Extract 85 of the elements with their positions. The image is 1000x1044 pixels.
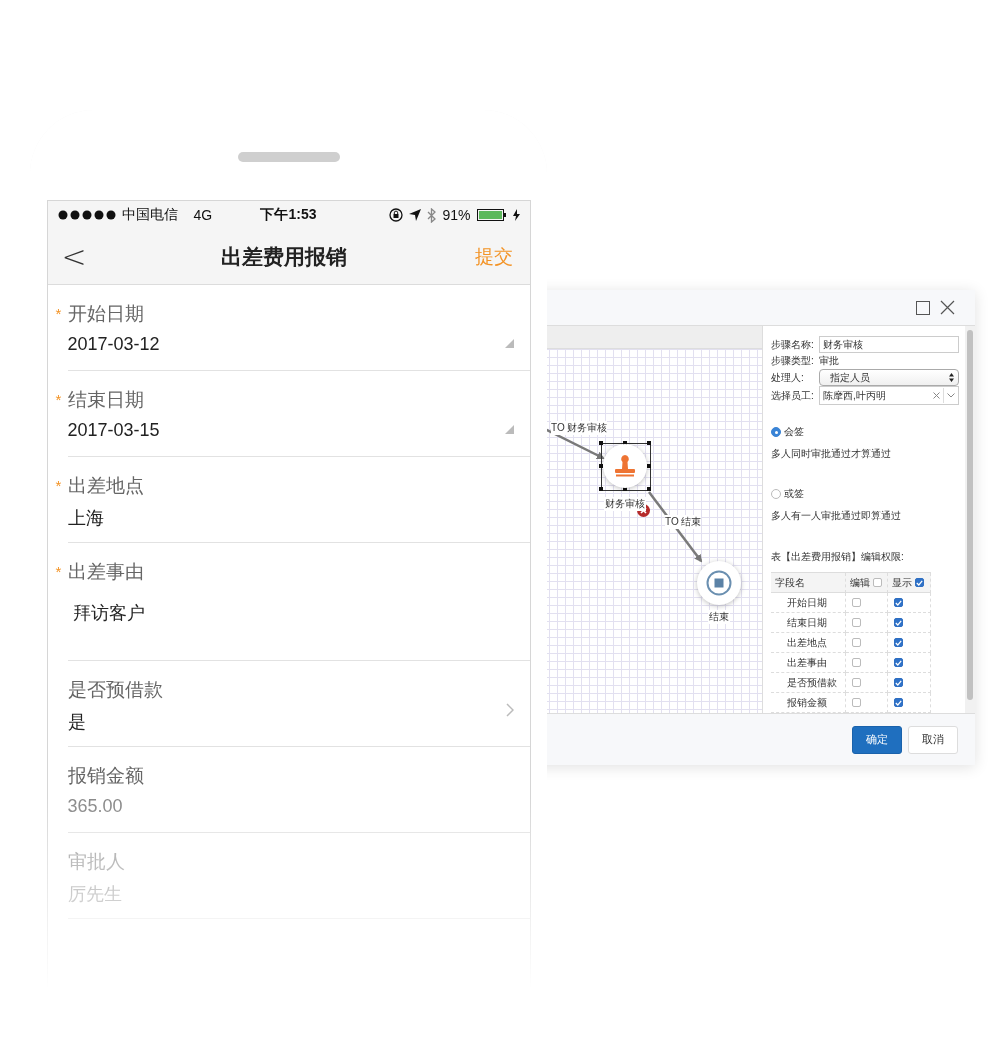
checkbox[interactable] — [852, 678, 861, 687]
field-value[interactable]: 2017-03-15 — [67, 420, 530, 441]
charging-bolt-icon — [512, 209, 520, 221]
radio-description: 多人有一人审批通过即算通过 — [771, 509, 902, 523]
checkbox[interactable] — [873, 578, 882, 587]
field-value: 365.00 — [67, 796, 124, 817]
dropdown-corner-icon — [504, 425, 514, 434]
required-asterisk: * — [55, 391, 62, 408]
checkbox[interactable] — [852, 658, 861, 667]
table-cell: 开始日期 — [771, 593, 846, 613]
field-value[interactable]: 上海 — [67, 506, 530, 530]
bluetooth-icon — [427, 207, 437, 223]
stamp-icon — [614, 454, 636, 478]
checkbox[interactable] — [894, 658, 903, 667]
checkbox[interactable] — [852, 618, 861, 627]
network-type: 4G — [193, 207, 213, 223]
checkbox[interactable] — [894, 618, 903, 627]
checkbox[interactable] — [852, 598, 861, 607]
connector-label: TO 财务审核 — [551, 421, 608, 435]
column-label: 显示 — [892, 575, 912, 590]
carrier-name: 中国电信 — [121, 206, 178, 224]
radio-label: 会签 — [784, 425, 804, 439]
column-label: 字段名 — [775, 575, 805, 590]
back-button[interactable]: < — [55, 241, 93, 272]
prop-label: 步骤类型: — [771, 354, 815, 368]
chevron-down-icon[interactable] — [943, 388, 958, 403]
checkbox[interactable] — [915, 578, 924, 587]
scrollbar[interactable] — [965, 326, 975, 713]
rotation-lock-icon — [389, 208, 404, 222]
connector-label: TO 结束 — [665, 515, 702, 529]
checkbox[interactable] — [894, 698, 903, 707]
prop-value: 审批 — [819, 354, 839, 368]
flow-node[interactable] — [697, 561, 741, 605]
field-label: 出差地点 — [67, 474, 145, 498]
node-label: 财务审核 — [604, 497, 646, 511]
required-asterisk: * — [55, 563, 62, 580]
table-cell: 出差事由 — [771, 653, 846, 673]
field-label: 审批人 — [67, 850, 126, 874]
stop-icon — [706, 570, 732, 596]
checkbox[interactable] — [852, 638, 861, 647]
checkbox[interactable] — [852, 698, 861, 707]
signal-dots-icon — [57, 210, 116, 220]
battery-percent: 91% — [442, 207, 471, 223]
checkbox[interactable] — [894, 678, 903, 687]
staff-select[interactable]: 陈摩西,叶丙明 — [819, 386, 959, 405]
radio-label: 或签 — [784, 487, 804, 501]
field-value[interactable]: 是 — [67, 710, 530, 734]
field-label: 出差事由 — [67, 560, 145, 584]
location-arrow-icon — [409, 209, 422, 221]
clear-icon[interactable] — [933, 392, 940, 399]
field-label: 是否预借款 — [67, 678, 164, 702]
table-cell: 出差地点 — [771, 633, 846, 653]
confirm-button[interactable]: 确定 — [852, 725, 902, 754]
battery-icon — [476, 209, 507, 221]
prop-label: 选择员工: — [771, 388, 815, 403]
checkbox[interactable] — [894, 638, 903, 647]
field-value[interactable]: 拜访客户 — [67, 601, 530, 625]
permissions-caption: 表【出差费用报销】编辑权限: — [771, 550, 905, 564]
page-title: 出差费用报销 — [221, 243, 348, 270]
close-icon[interactable] — [940, 300, 955, 315]
checkbox[interactable] — [894, 598, 903, 607]
required-asterisk: * — [55, 477, 62, 494]
radio-button[interactable] — [771, 489, 781, 499]
field-label: 报销金额 — [67, 764, 145, 788]
chevron-right-icon — [505, 703, 514, 717]
dropdown-corner-icon — [504, 339, 514, 348]
radio-description: 多人同时审批通过才算通过 — [771, 447, 892, 461]
field-label: 开始日期 — [67, 302, 145, 326]
status-time: 下午1:53 — [260, 206, 317, 224]
table-cell: 报销金额 — [771, 693, 846, 713]
field-label: 结束日期 — [67, 388, 145, 412]
required-asterisk: * — [55, 305, 62, 322]
column-label: 编辑 — [850, 575, 870, 590]
prop-label: 处理人: — [771, 370, 805, 385]
node-label: 结束 — [708, 610, 730, 624]
prop-label: 步骤名称: — [771, 337, 815, 352]
table-cell: 是否预借款 — [771, 673, 846, 693]
cancel-button[interactable]: 取消 — [908, 725, 958, 754]
field-value[interactable]: 2017-03-12 — [67, 334, 530, 355]
updown-icon — [949, 373, 954, 382]
handler-select[interactable]: 指定人员 — [819, 369, 959, 386]
step-name-input[interactable]: 财务审核 — [819, 336, 959, 353]
maximize-icon[interactable] — [916, 300, 930, 315]
radio-button[interactable] — [771, 427, 781, 437]
table-cell: 结束日期 — [771, 613, 846, 633]
